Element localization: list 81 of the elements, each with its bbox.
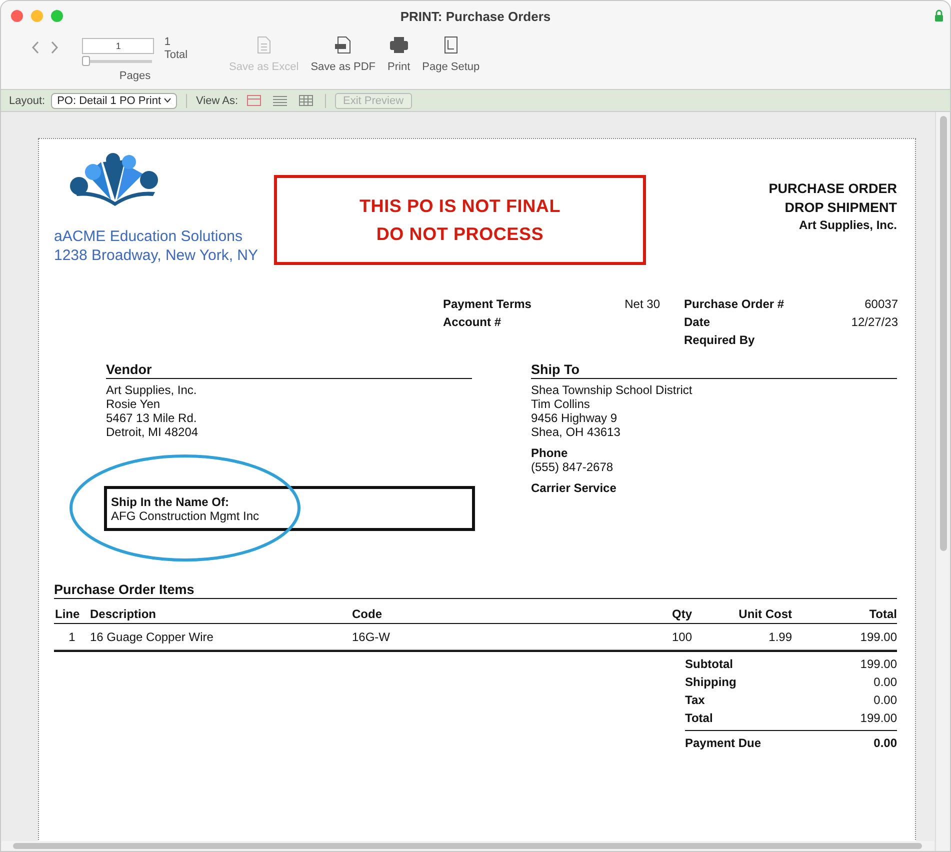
field-label: Ship In the Name Of: — [111, 495, 230, 509]
section-heading: Vendor — [106, 362, 472, 379]
total-label: Subtotal — [685, 657, 734, 671]
column-header: Total — [792, 599, 897, 624]
layout-dropdown[interactable]: PO: Detail 1 PO Print — [51, 92, 178, 108]
table-view-icon — [299, 95, 314, 106]
total-value: 0.00 — [872, 693, 897, 707]
table-cell: 1.99 — [692, 624, 792, 650]
toolbar-button[interactable]: Print — [384, 31, 414, 73]
form-view-icon — [247, 95, 262, 106]
address-line: Rosie Yen — [106, 397, 162, 411]
payment-due-label: Payment Due — [685, 736, 762, 750]
address-line: Shea Township School District — [531, 383, 694, 397]
printer-icon — [388, 36, 409, 54]
chevron-icon — [164, 98, 172, 103]
field-label: Account # — [443, 315, 502, 329]
field-label: Carrier Service — [531, 481, 618, 495]
address-line: Shea, OH 43613 — [531, 425, 622, 439]
window-title: PRINT: Purchase Orders — [399, 8, 552, 24]
field-value: (555) 847-2678 — [531, 460, 614, 474]
total-label: Tax — [685, 693, 706, 707]
back-icon[interactable] — [31, 41, 39, 54]
total-value: 199.00 — [859, 711, 897, 725]
column-header: Line — [54, 599, 90, 624]
field-label: Required By — [684, 333, 756, 347]
page-number-field[interactable]: 1 — [82, 38, 154, 54]
column-header: Description — [90, 599, 352, 624]
document-title: DROP SHIPMENT — [784, 199, 897, 217]
table-cell: 100 — [622, 624, 692, 650]
view-as-label: View As: — [196, 94, 238, 106]
column-header: Qty — [622, 599, 692, 624]
table-cell: 199.00 — [792, 624, 897, 650]
horizontal-scrollbar[interactable] — [1, 841, 934, 851]
page-slider[interactable] — [82, 56, 152, 66]
total-value: 0.00 — [872, 675, 897, 689]
total-label: Total — [685, 711, 714, 725]
field-label: Phone — [531, 446, 569, 460]
close-button[interactable] — [11, 10, 23, 22]
field-value: Net 30 — [624, 297, 660, 311]
total-label: Total — [164, 49, 188, 62]
document-title: PURCHASE ORDER — [768, 180, 897, 198]
total-label: Shipping — [685, 675, 738, 689]
field-label: Date — [684, 315, 712, 329]
section-heading: Ship To — [531, 362, 897, 379]
field-label: Purchase Order # — [684, 297, 786, 311]
page-setup-icon — [444, 36, 458, 54]
address-line: 5467 13 Mile Rd. — [106, 411, 198, 425]
warning-text: THIS PO IS NOT FINAL — [359, 196, 560, 216]
address-line: 9456 Highway 9 — [531, 411, 618, 425]
field-label: Payment Terms — [443, 297, 532, 311]
zoom-button[interactable] — [51, 10, 63, 22]
table-cell: 1 — [54, 624, 90, 650]
field-value: 12/27/23 — [850, 315, 898, 329]
payment-due-value: 0.00 — [874, 736, 897, 750]
list-view-icon — [273, 95, 288, 106]
warning-text: DO NOT PROCESS — [376, 224, 544, 244]
company-name: aACME Education Solutions — [54, 227, 244, 246]
minimize-button[interactable] — [31, 10, 43, 22]
company-address: 1238 Broadway, New York, NY — [54, 246, 260, 265]
table-cell: 16 Guage Copper Wire — [90, 624, 352, 650]
section-heading: Purchase Order Items — [54, 582, 897, 599]
vertical-scrollbar[interactable] — [935, 112, 950, 851]
toolbar-button[interactable]: Page Setup — [418, 31, 484, 73]
column-header: Unit Cost — [692, 599, 792, 624]
address-line: Art Supplies, Inc. — [106, 383, 198, 397]
column-header: Code — [352, 599, 622, 624]
vendor-name: Art Supplies, Inc. — [798, 217, 897, 234]
spreadsheet-icon — [256, 36, 271, 54]
lock-icon — [934, 9, 944, 22]
address-line: Detroit, MI 48204 — [106, 425, 200, 439]
table-cell: 16G-W — [352, 624, 622, 650]
toolbar-button[interactable]: Save as PDF — [306, 31, 380, 73]
pdf-icon — [334, 36, 352, 54]
layout-label: Layout: — [9, 94, 46, 106]
field-value: 60037 — [864, 297, 898, 311]
page-total: 1 — [164, 36, 172, 49]
forward-icon[interactable] — [51, 41, 59, 54]
field-value: AFG Construction Mgmt Inc — [111, 509, 260, 523]
pages-label: Pages — [119, 70, 151, 82]
total-value: 199.00 — [859, 657, 897, 671]
address-line: Tim Collins — [531, 397, 591, 411]
